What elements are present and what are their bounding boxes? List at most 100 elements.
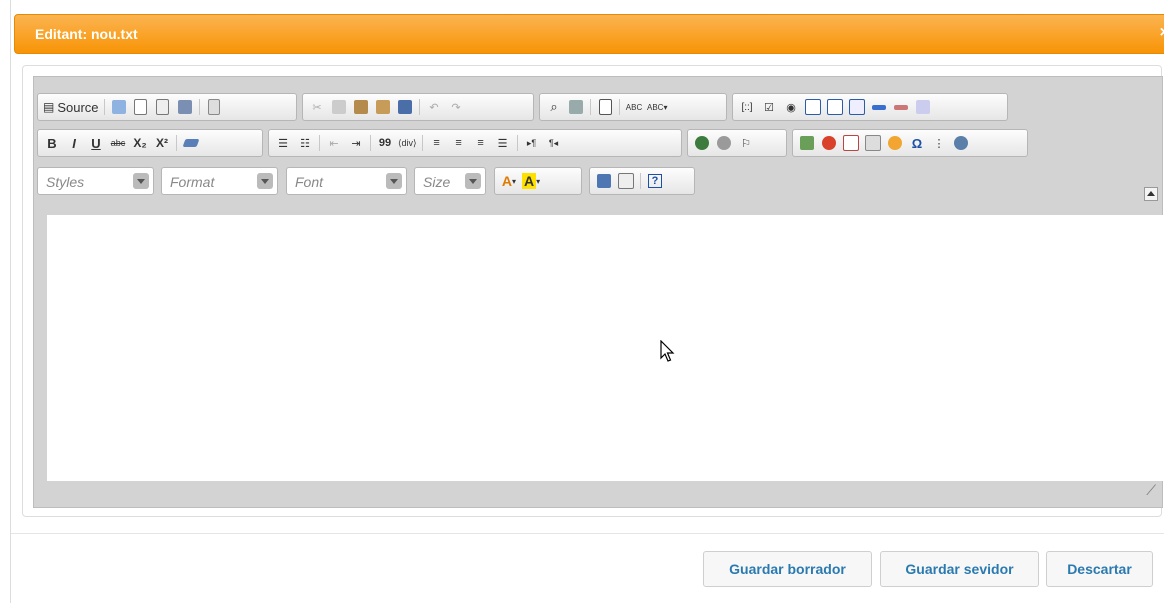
textarea-button[interactable] — [826, 97, 844, 117]
bg-color-button[interactable]: A ▾ — [522, 171, 540, 191]
save-icon-button[interactable] — [110, 97, 128, 117]
strike-button[interactable]: abc — [109, 133, 127, 153]
maximize-button[interactable] — [595, 171, 613, 191]
save-server-button[interactable]: Guardar sevidor — [880, 551, 1039, 587]
styles-dropdown[interactable]: Styles — [37, 167, 154, 195]
table-button[interactable] — [842, 133, 860, 153]
chevron-down-icon — [133, 173, 149, 189]
align-right-button[interactable]: ≡ — [472, 133, 490, 153]
paste-button[interactable] — [352, 97, 370, 117]
about-label: ? — [647, 174, 663, 188]
chevron-down-icon — [257, 173, 273, 189]
save-draft-button[interactable]: Guardar borrador — [703, 551, 872, 587]
toolbar-separator — [198, 99, 200, 115]
unlink-icon — [717, 136, 731, 150]
align-left-button[interactable]: ≡ — [428, 133, 446, 153]
radio-button[interactable]: ◉ — [782, 97, 800, 117]
underline-button[interactable]: U — [87, 133, 105, 153]
smiley-button[interactable] — [886, 133, 904, 153]
close-icon[interactable]: × — [1160, 24, 1164, 42]
unlink-button[interactable] — [715, 133, 733, 153]
superscript-label: X² — [156, 136, 168, 150]
scayt-icon: ABC▾ — [647, 102, 668, 112]
replace-button[interactable] — [567, 97, 585, 117]
numbered-list-button[interactable]: ☰ — [274, 133, 292, 153]
source-button[interactable]: ▤ Source — [43, 97, 99, 117]
select-button[interactable] — [848, 97, 866, 117]
textfield-button[interactable] — [804, 97, 822, 117]
horizontal-rule-button[interactable] — [864, 133, 882, 153]
find-button[interactable]: ⌕ — [545, 97, 563, 117]
italic-label: I — [72, 135, 76, 151]
font-dropdown[interactable]: Font — [286, 167, 407, 195]
flash-button[interactable] — [820, 133, 838, 153]
scayt-button[interactable]: ABC▾ — [647, 97, 667, 117]
superscript-button[interactable]: X² — [153, 133, 171, 153]
align-center-button[interactable]: ≡ — [450, 133, 468, 153]
cut-button[interactable]: ✂ — [308, 97, 326, 117]
preview-icon — [156, 99, 170, 115]
ltr-button[interactable]: ▸¶ — [523, 133, 541, 153]
italic-button[interactable]: I — [65, 133, 83, 153]
replace-icon — [569, 100, 583, 114]
toolbar-group-clipboard: ✂ ↶ ↷ — [302, 93, 534, 121]
select-all-button[interactable] — [596, 97, 614, 117]
iframe-button[interactable] — [952, 133, 970, 153]
outdent-button[interactable]: ⇤ — [325, 133, 343, 153]
show-blocks-button[interactable] — [617, 171, 635, 191]
paste-text-button[interactable] — [374, 97, 392, 117]
text-color-label: A — [501, 173, 513, 189]
size-label: Size — [423, 174, 451, 190]
link-button[interactable] — [693, 133, 711, 153]
page-break-button[interactable]: ⋮ — [930, 133, 948, 153]
special-char-button[interactable]: Ω — [908, 133, 926, 153]
copy-button[interactable] — [330, 97, 348, 117]
justify-button[interactable]: ☰ — [494, 133, 512, 153]
toolbar-collapse-button[interactable] — [1144, 187, 1158, 201]
editor-content-area[interactable] — [47, 215, 1164, 481]
remove-format-button[interactable] — [182, 133, 200, 153]
format-dropdown[interactable]: Format — [161, 167, 278, 195]
form-icon: [::] — [741, 101, 753, 113]
hidden-field-button[interactable] — [914, 97, 932, 117]
toolbar-group-tools: ? — [589, 167, 695, 195]
textarea-icon — [827, 99, 843, 115]
subscript-label: X₂ — [133, 136, 147, 150]
rtl-button[interactable]: ¶◂ — [545, 133, 563, 153]
spellcheck-button[interactable]: ABC — [625, 97, 643, 117]
text-color-button[interactable]: A ▾ — [500, 171, 518, 191]
print-button[interactable] — [176, 97, 194, 117]
anchor-button[interactable]: ⚐ — [737, 133, 755, 153]
templates-button[interactable] — [205, 97, 223, 117]
styles-label: Styles — [46, 174, 85, 190]
blockquote-button[interactable]: 99 — [376, 133, 394, 153]
image-button-button[interactable] — [892, 97, 910, 117]
special-char-label: Ω — [911, 135, 923, 151]
bold-button[interactable]: B — [43, 133, 61, 153]
footer-divider — [11, 533, 1164, 534]
toolbar-group-paragraph: ☰ ☷ ⇤ ⇥ 99 ⟨div⟩ ≡ ≡ ≡ ☰ ▸¶ ¶◂ — [268, 129, 682, 157]
subscript-button[interactable]: X₂ — [131, 133, 149, 153]
eraser-icon — [182, 139, 200, 147]
bulleted-list-icon: ☷ — [300, 137, 310, 150]
bulleted-list-button[interactable]: ☷ — [296, 133, 314, 153]
form-button[interactable]: [::] — [738, 97, 756, 117]
horizontal-rule-icon — [865, 135, 881, 151]
resize-handle-icon[interactable]: ⟋ — [1146, 482, 1156, 499]
paste-word-button[interactable] — [396, 97, 414, 117]
discard-button[interactable]: Descartar — [1046, 551, 1153, 587]
redo-button[interactable]: ↷ — [447, 97, 465, 117]
create-div-button[interactable]: ⟨div⟩ — [398, 133, 417, 153]
paste-icon — [354, 100, 368, 114]
checkbox-button[interactable]: ☑ — [760, 97, 778, 117]
undo-button[interactable]: ↶ — [425, 97, 443, 117]
button-button[interactable] — [870, 97, 888, 117]
image-button[interactable] — [798, 133, 816, 153]
preview-button[interactable] — [154, 97, 172, 117]
toolbar-group-document: ▤ Source — [37, 93, 297, 121]
about-button[interactable]: ? — [646, 171, 664, 191]
new-page-button[interactable] — [132, 97, 150, 117]
indent-button[interactable]: ⇥ — [347, 133, 365, 153]
size-dropdown[interactable]: Size — [414, 167, 486, 195]
outdent-icon: ⇤ — [329, 137, 339, 150]
